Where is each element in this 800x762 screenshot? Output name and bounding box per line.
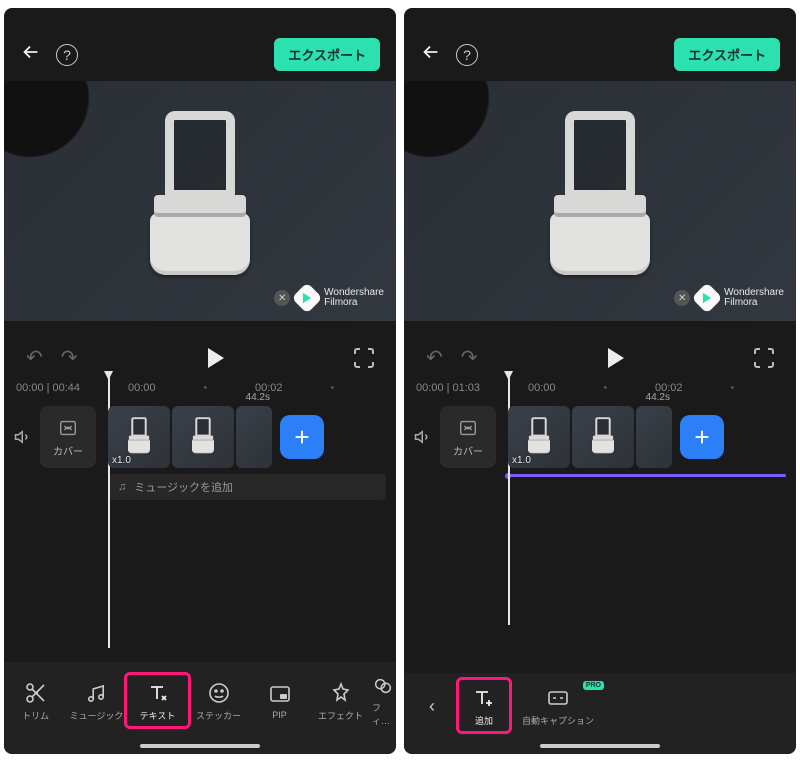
editor-screen-right: ? エクスポート ✕ Wondershare Filmora: [404, 8, 796, 754]
tool-sticker[interactable]: ステッカー: [189, 678, 248, 725]
effect-icon: [329, 681, 353, 705]
fullscreen-icon[interactable]: [354, 348, 374, 368]
clip-duration: 44.2s: [646, 392, 670, 403]
audio-mute-icon[interactable]: [14, 406, 32, 451]
close-watermark-icon[interactable]: ✕: [674, 290, 690, 306]
tool-music[interactable]: ミュージック: [67, 678, 126, 725]
filmora-logo-icon: [292, 282, 323, 313]
video-clip[interactable]: [172, 406, 234, 468]
pro-badge: PRO: [583, 681, 604, 690]
tool-add-text[interactable]: 追加: [456, 683, 512, 730]
bottom-toolbar: トリム ミュージック テキスト ステッカー PIP エフェクト: [4, 662, 396, 754]
text-add-icon: [472, 686, 496, 710]
sticker-icon: [207, 681, 231, 705]
cover-label: カバー: [453, 443, 483, 458]
timeline[interactable]: カバー x1.0 44.2s +: [4, 406, 396, 508]
top-bar: ? エクスポート: [4, 8, 396, 81]
tool-pip[interactable]: PIP: [250, 679, 309, 723]
current-time: 00:00 | 01:03: [416, 382, 506, 394]
fullscreen-icon[interactable]: [754, 348, 774, 368]
play-icon[interactable]: [608, 348, 624, 368]
help-icon[interactable]: ?: [456, 44, 478, 66]
audio-mute-icon[interactable]: [414, 406, 432, 451]
redo-icon[interactable]: ↷: [61, 345, 78, 370]
add-clip-button[interactable]: +: [680, 415, 724, 459]
home-indicator: [540, 744, 660, 748]
cover-button[interactable]: カバー: [40, 406, 96, 468]
filmora-logo-icon: [692, 282, 723, 313]
text-track-line[interactable]: [508, 474, 786, 477]
music-note-icon: ♫: [118, 481, 126, 493]
clip-lane[interactable]: x1.0 44.2s + ♫ ミュージックを追加: [108, 406, 386, 500]
cover-label: カバー: [53, 443, 83, 458]
undo-icon[interactable]: ↶: [426, 345, 443, 370]
preview-subject: [150, 111, 250, 291]
video-clip[interactable]: 44.2s: [636, 406, 672, 468]
pip-icon: [268, 682, 292, 706]
timecode-row: 00:00 | 01:03 00:00 • 00:02 •: [404, 376, 796, 394]
scissors-icon: [24, 681, 48, 705]
caption-icon: [546, 686, 570, 710]
export-button[interactable]: エクスポート: [674, 38, 780, 71]
playback-controls: ↶ ↷: [404, 321, 796, 376]
watermark-product: Filmora: [324, 298, 384, 309]
video-clip[interactable]: [572, 406, 634, 468]
clip-duration: 44.2s: [246, 392, 270, 403]
timeline[interactable]: カバー x1.0 44.2s +: [404, 406, 796, 485]
back-arrow-icon[interactable]: [20, 41, 42, 69]
top-bar: ? エクスポート: [404, 8, 796, 81]
tool-text[interactable]: テキスト: [128, 678, 187, 725]
help-icon[interactable]: ?: [56, 44, 78, 66]
editor-screen-left: ? エクスポート ✕ Wondershare Filmora: [4, 8, 396, 754]
current-time: 00:00 | 00:44: [16, 382, 106, 394]
playback-controls: ↶ ↷: [4, 321, 396, 376]
text-icon: [146, 681, 170, 705]
filter-icon: [372, 675, 394, 697]
back-arrow-icon[interactable]: [420, 41, 442, 69]
home-indicator: [140, 744, 260, 748]
video-preview[interactable]: ✕ Wondershare Filmora: [4, 81, 396, 321]
bottom-toolbar: ‹ 追加 PRO 自動キャプション: [404, 673, 796, 754]
watermark: ✕ Wondershare Filmora: [674, 287, 784, 309]
video-clip[interactable]: x1.0: [108, 406, 170, 468]
cover-button[interactable]: カバー: [440, 406, 496, 468]
music-icon: [85, 681, 109, 705]
watermark: ✕ Wondershare Filmora: [274, 287, 384, 309]
play-icon[interactable]: [208, 348, 224, 368]
timecode-row: 00:00 | 00:44 00:00 • 00:02 •: [4, 376, 396, 394]
redo-icon[interactable]: ↷: [461, 345, 478, 370]
back-chevron-icon[interactable]: ‹: [414, 696, 450, 717]
add-music-track[interactable]: ♫ ミュージックを追加: [108, 474, 386, 500]
video-preview[interactable]: ✕ Wondershare Filmora: [404, 81, 796, 321]
preview-subject: [550, 111, 650, 291]
close-watermark-icon[interactable]: ✕: [274, 290, 290, 306]
undo-icon[interactable]: ↶: [26, 345, 43, 370]
add-clip-button[interactable]: +: [280, 415, 324, 459]
tool-effect[interactable]: エフェクト: [311, 678, 370, 725]
export-button[interactable]: エクスポート: [274, 38, 380, 71]
watermark-product: Filmora: [724, 298, 784, 309]
add-music-label: ミュージックを追加: [134, 479, 233, 495]
clip-lane[interactable]: x1.0 44.2s +: [508, 406, 786, 477]
video-clip[interactable]: x1.0: [508, 406, 570, 468]
tool-filter[interactable]: フィ…: [372, 672, 394, 730]
tool-trim[interactable]: トリム: [6, 678, 65, 725]
video-clip[interactable]: 44.2s: [236, 406, 272, 468]
tool-auto-caption[interactable]: PRO 自動キャプション: [518, 683, 598, 730]
